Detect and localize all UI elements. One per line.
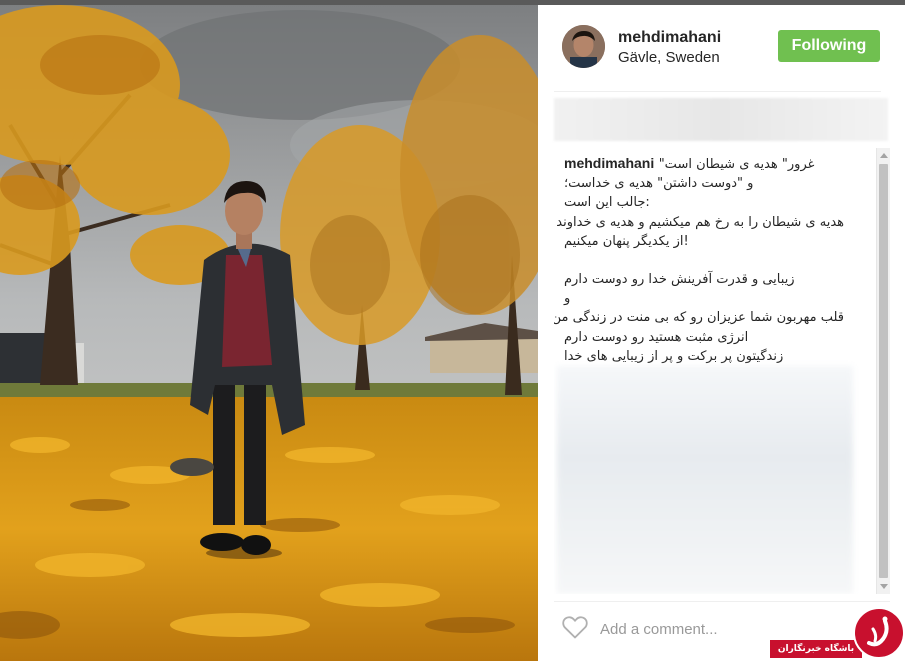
blurred-comments-area <box>557 366 853 594</box>
post-photo[interactable] <box>0 5 538 661</box>
caption-line: !از یکدیگر پنهان میکنیم <box>564 233 689 249</box>
watermark-label: باشگاه خبرنگاران <box>770 640 862 658</box>
arrow-up-icon[interactable] <box>880 153 888 158</box>
caption-line: قلب مهربون شما عزیزان رو که بی منت در زن… <box>554 310 844 326</box>
caption-line: :جالب این است <box>564 195 650 211</box>
blurred-likes-area <box>554 98 888 141</box>
comment-divider <box>554 601 890 602</box>
caption-text: mehdimahani غرور" هدیه ی شیطان است" و "د… <box>554 154 844 366</box>
caption-line: زندگیتون پر برکت و پر از زیبایی های خدا <box>564 348 784 364</box>
caption-area[interactable]: mehdimahani غرور" هدیه ی شیطان است" و "د… <box>554 148 890 594</box>
caption-line: زیبایی و قدرت آفرینش خدا رو دوست دارم <box>564 272 795 288</box>
scrollbar-thumb[interactable] <box>879 164 888 578</box>
caption-line: هدیه ی شیطان را به رخ هم میکشیم و هدیه ی… <box>554 214 844 230</box>
post-location[interactable]: Gävle, Sweden <box>618 49 720 66</box>
avatar-image <box>562 25 605 68</box>
watermark-emblem-icon <box>853 607 905 659</box>
heart-outline-icon[interactable] <box>562 616 588 639</box>
caption-username[interactable]: mehdimahani <box>564 155 654 171</box>
caption-line: و <box>564 291 571 307</box>
following-button[interactable]: Following <box>778 30 880 62</box>
photo-illustration <box>0 5 538 661</box>
arrow-down-icon[interactable] <box>880 584 888 589</box>
caption-gap <box>564 251 844 270</box>
emblem-mark-icon <box>867 616 889 647</box>
header-divider <box>554 91 881 92</box>
post-side-panel: mehdimahani Gävle, Sweden Following mehd… <box>538 5 905 661</box>
watermark-logo: باشگاه خبرنگاران <box>770 607 905 661</box>
caption-line: انرژی مثبت هستید رو دوست دارم <box>564 329 749 345</box>
avatar[interactable] <box>562 25 605 68</box>
caption-scrollbar[interactable] <box>876 148 890 594</box>
caption-line: و "دوست داشتن" هدیه ی خداست؛ <box>564 176 754 192</box>
caption-line: غرور" هدیه ی شیطان است" <box>658 157 815 172</box>
post-header: mehdimahani Gävle, Sweden Following <box>538 5 905 91</box>
post-username[interactable]: mehdimahani <box>618 29 721 47</box>
